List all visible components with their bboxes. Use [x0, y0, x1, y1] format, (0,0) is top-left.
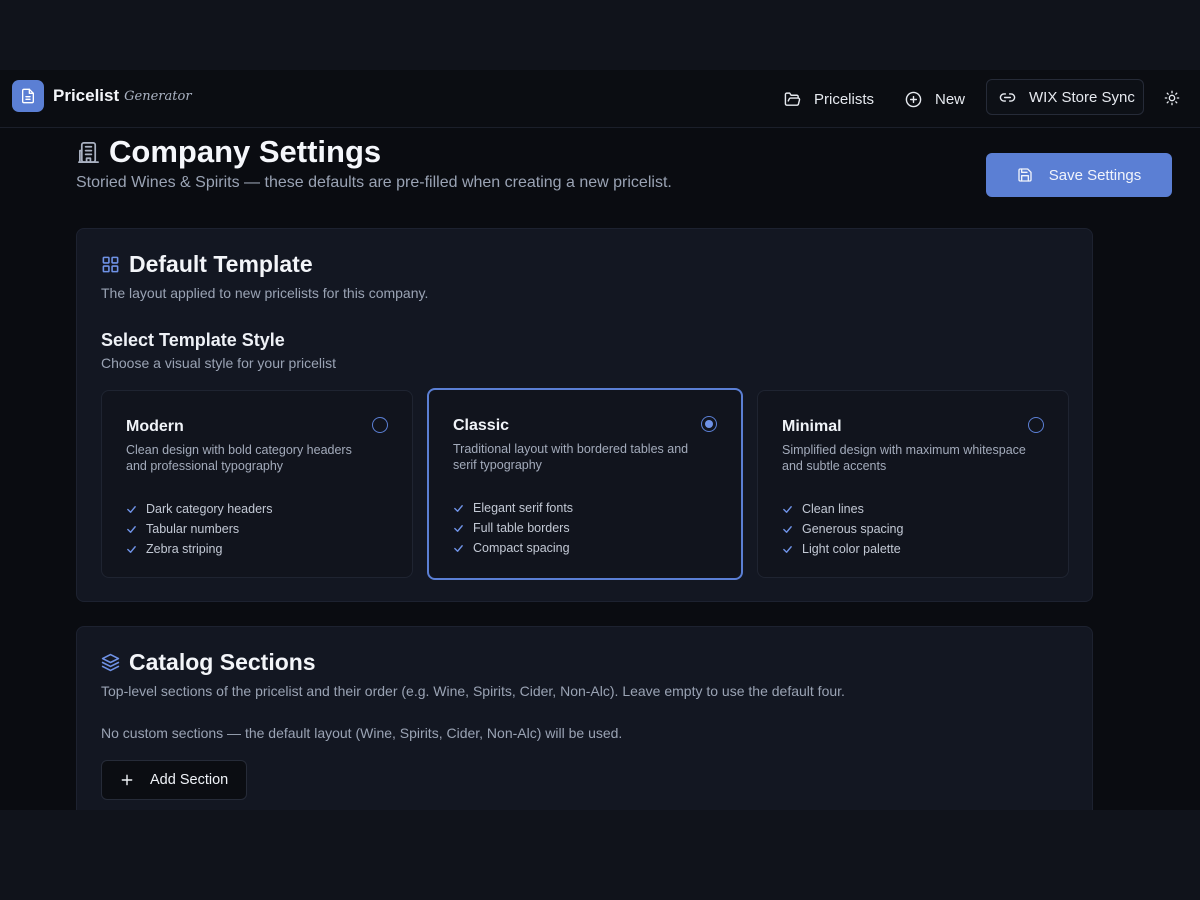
check-icon — [454, 524, 463, 532]
template-option-name: Modern — [126, 418, 184, 435]
list-item: Tabular numbers — [126, 519, 272, 539]
outer-top-band — [0, 0, 1200, 70]
default-template-card: Default Template The layout applied to n… — [76, 228, 1093, 602]
catalog-sections-title-row: Catalog Sections — [101, 649, 316, 676]
default-template-desc: The layout applied to new pricelists for… — [101, 285, 429, 301]
feature-list: Dark category headers Tabular numbers Ze… — [126, 499, 272, 559]
save-settings-label: Save Settings — [1048, 166, 1142, 184]
app-window: Pricelist Generator Pricelists New WIX S… — [0, 70, 1200, 810]
check-icon — [127, 505, 136, 513]
list-item: Dark category headers — [126, 499, 272, 519]
list-item: Zebra striping — [126, 539, 272, 559]
template-option-name: Classic — [453, 417, 510, 434]
default-template-title-row: Default Template — [101, 251, 313, 278]
empty-sections-note: No custom sections — the default layout … — [101, 725, 623, 741]
check-icon — [783, 505, 792, 513]
feature-list: Clean lines Generous spacing Light color… — [782, 499, 903, 559]
template-option-modern[interactable]: Modern Clean design with bold category h… — [101, 390, 413, 578]
template-style-subheading: Choose a visual style for your pricelist — [101, 355, 336, 371]
brand[interactable]: Pricelist Generator — [12, 80, 192, 112]
radio-classic[interactable] — [701, 416, 717, 432]
template-option-minimal[interactable]: Minimal Simplified design with maximum w… — [757, 390, 1069, 578]
nav-new-label: New — [935, 90, 966, 108]
template-option-classic[interactable]: Classic Traditional layout with bordered… — [427, 388, 743, 580]
outer-bottom-band — [0, 810, 1200, 900]
template-option-name: Minimal — [782, 418, 842, 435]
check-icon — [127, 545, 136, 553]
page-title-row: Company Settings — [77, 134, 381, 170]
default-template-title: Default Template — [129, 251, 313, 277]
check-icon — [783, 545, 792, 553]
check-icon — [454, 504, 463, 512]
save-icon — [1018, 168, 1032, 182]
radio-modern[interactable] — [372, 417, 388, 433]
nav-wix-store-sync[interactable]: WIX Store Sync — [986, 79, 1144, 115]
document-icon — [12, 80, 44, 112]
theme-toggle-button[interactable] — [1162, 88, 1182, 108]
nav-pricelists-label: Pricelists — [814, 90, 875, 108]
building-icon — [78, 141, 99, 163]
list-item: Elegant serif fonts — [453, 498, 573, 518]
catalog-sections-title: Catalog Sections — [129, 649, 316, 675]
template-option-desc: Traditional layout with bordered tables … — [453, 442, 689, 472]
check-icon — [783, 525, 792, 533]
layers-icon — [101, 653, 120, 672]
folder-open-icon — [784, 91, 801, 106]
list-item: Full table borders — [453, 518, 573, 538]
save-settings-button[interactable]: Save Settings — [986, 153, 1172, 197]
list-item: Light color palette — [782, 539, 903, 559]
list-item: Generous spacing — [782, 519, 903, 539]
layout-grid-icon — [102, 256, 119, 273]
add-section-label: Add Section — [150, 772, 229, 788]
link-icon — [999, 92, 1016, 102]
nav-sync-label: WIX Store Sync — [1029, 88, 1135, 106]
plus-circle-icon — [905, 91, 922, 107]
check-icon — [127, 525, 136, 533]
catalog-sections-card: Catalog Sections Top-level sections of t… — [76, 626, 1093, 810]
feature-list: Elegant serif fonts Full table borders C… — [453, 498, 573, 558]
template-option-desc: Clean design with bold category headers … — [126, 443, 352, 473]
list-item: Clean lines — [782, 499, 903, 519]
sun-icon — [1164, 90, 1180, 106]
template-style-heading: Select Template Style — [101, 330, 285, 350]
catalog-sections-desc: Top-level sections of the pricelist and … — [101, 683, 845, 699]
nav-new[interactable]: New — [905, 82, 965, 116]
list-item: Compact spacing — [453, 538, 573, 558]
add-section-button[interactable]: Add Section — [101, 760, 247, 800]
nav-pricelists[interactable]: Pricelists — [784, 82, 874, 116]
template-option-desc: Simplified design with maximum whitespac… — [782, 443, 1026, 473]
check-icon — [454, 544, 463, 552]
radio-minimal[interactable] — [1028, 417, 1044, 433]
plus-icon — [121, 774, 133, 786]
top-navbar: Pricelist Generator Pricelists New WIX S… — [0, 70, 1200, 128]
page-subtitle: Storied Wines & Spirits — these defaults… — [76, 174, 672, 191]
brand-name: Pricelist — [53, 86, 120, 105]
page-title: Company Settings — [109, 134, 382, 169]
brand-subtitle: Generator — [124, 88, 192, 104]
